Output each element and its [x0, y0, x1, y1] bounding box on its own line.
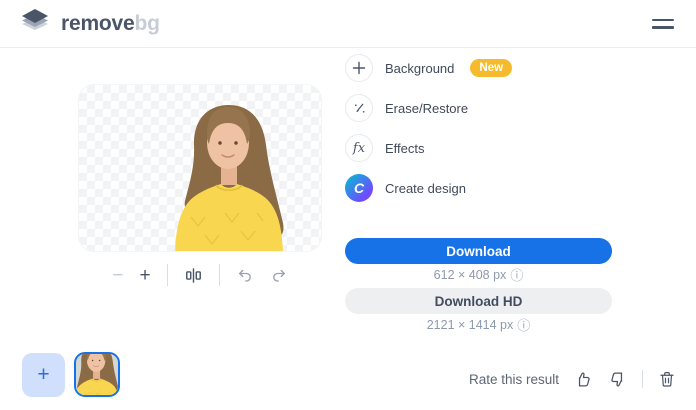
logo[interactable]: removebg [18, 8, 160, 39]
download-hd-size-note: 2121 × 1414 px ⓘ [345, 318, 612, 332]
logo-wordmark: removebg [61, 12, 160, 36]
thumbs-down-icon[interactable] [608, 370, 627, 389]
tool-erase-restore[interactable]: Erase/Restore [345, 94, 615, 122]
thumbnail-strip: + [22, 352, 120, 397]
info-icon[interactable]: ⓘ [517, 319, 530, 332]
delete-trash-icon[interactable] [658, 370, 676, 388]
removebg-app: removebg − + [0, 0, 696, 410]
brush-icon [345, 94, 373, 122]
download-size-note: 612 × 408 px ⓘ [345, 268, 612, 282]
canva-icon: C [345, 174, 373, 202]
rate-divider [642, 370, 643, 388]
new-badge: New [470, 59, 512, 77]
toolbar-divider [167, 264, 168, 286]
undo-icon[interactable] [236, 266, 254, 284]
plus-circle-icon [345, 54, 373, 82]
image-thumbnail-selected[interactable] [74, 352, 120, 397]
tool-effects[interactable]: fx Effects [345, 134, 615, 162]
result-image-preview[interactable] [78, 84, 322, 252]
rate-label: Rate this result [469, 372, 559, 387]
info-icon[interactable]: ⓘ [510, 269, 523, 282]
tool-label-background: Background [385, 61, 454, 76]
logo-text-remove: remove [61, 12, 135, 35]
rate-bar: Rate this result [469, 366, 676, 392]
tool-label-effects: Effects [385, 141, 425, 156]
download-button[interactable]: Download [345, 238, 612, 264]
zoom-out-icon[interactable]: − [112, 266, 123, 285]
canvas-toolbar: − + [78, 262, 322, 288]
download-hd-size-text: 2121 × 1414 px [427, 318, 514, 332]
subject-image [79, 85, 322, 252]
logo-text-bg: bg [135, 12, 160, 35]
hamburger-menu-icon[interactable] [652, 14, 678, 34]
add-image-button[interactable]: + [22, 353, 65, 397]
tool-label-create-design: Create design [385, 181, 466, 196]
tool-create-design[interactable]: C Create design [345, 174, 615, 202]
redo-icon[interactable] [270, 266, 288, 284]
download-size-text: 612 × 408 px [434, 268, 507, 282]
toolbar-divider [219, 264, 220, 286]
header: removebg [0, 0, 696, 48]
tool-background[interactable]: Background New [345, 54, 615, 82]
compare-before-after-icon[interactable] [184, 266, 203, 285]
zoom-in-icon[interactable]: + [140, 266, 151, 285]
thumbs-up-icon[interactable] [574, 370, 593, 389]
tool-label-erase-restore: Erase/Restore [385, 101, 468, 116]
download-hd-button[interactable]: Download HD [345, 288, 612, 314]
tools-panel: Background New Erase/Restore fx Effects [345, 54, 615, 214]
fx-icon: fx [345, 134, 373, 162]
layers-logo-icon [18, 8, 52, 39]
